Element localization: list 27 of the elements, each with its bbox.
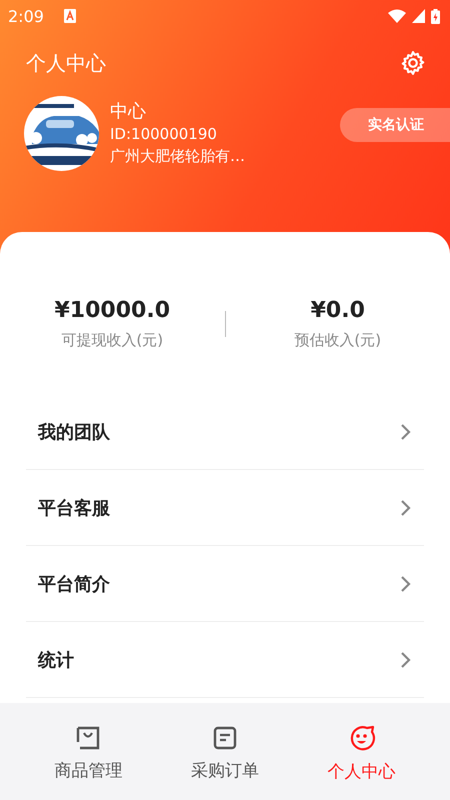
signal-icon bbox=[412, 9, 425, 23]
page-title: 个人中心 bbox=[26, 50, 106, 76]
nav-tab[interactable]: 商品管理 bbox=[20, 721, 157, 782]
stat-value: ¥0.0 bbox=[310, 298, 365, 323]
nav-tab[interactable]: 采购订单 bbox=[156, 721, 294, 782]
notification-icon bbox=[64, 9, 76, 23]
bag-icon bbox=[75, 725, 102, 751]
stat-label: 可提现收入(元) bbox=[61, 331, 164, 350]
battery-icon bbox=[431, 8, 440, 24]
user-name: 中心 bbox=[110, 100, 147, 122]
status-time: 2:09 bbox=[8, 6, 44, 26]
nav-tab[interactable]: 个人中心 bbox=[293, 720, 430, 783]
menu-item[interactable]: 我的团队 bbox=[26, 394, 424, 470]
chevron-icon bbox=[400, 498, 412, 516]
chevron-icon bbox=[400, 422, 412, 440]
chevron-icon bbox=[400, 574, 412, 592]
stat-label: 预估收入(元) bbox=[294, 331, 382, 350]
stat-value: ¥10000.0 bbox=[54, 298, 170, 323]
menu-item[interactable]: 统计 bbox=[26, 622, 424, 698]
settings-icon[interactable] bbox=[400, 50, 426, 76]
menu-item[interactable]: 平台简介 bbox=[26, 546, 424, 622]
company-name: 广州大肥佬轮胎有… bbox=[110, 146, 246, 166]
document-icon bbox=[212, 725, 238, 751]
chevron-icon bbox=[400, 650, 412, 668]
menu-item[interactable]: 平台客服 bbox=[26, 470, 424, 546]
user-id: ID:100000190 bbox=[110, 124, 218, 144]
wifi-icon bbox=[388, 9, 406, 23]
